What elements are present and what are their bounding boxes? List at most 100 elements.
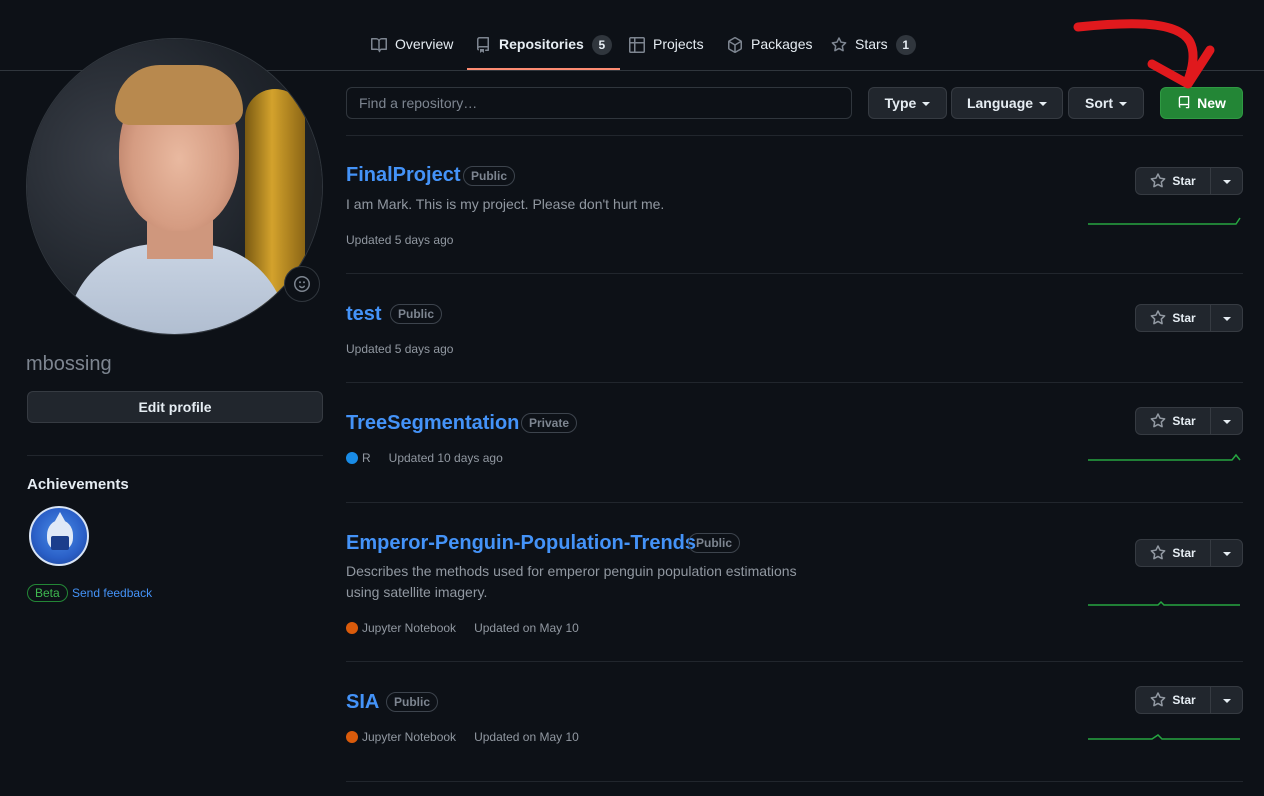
tab-overview[interactable]: Overview bbox=[363, 28, 461, 70]
repo-name-link[interactable]: test bbox=[346, 303, 382, 326]
edit-profile-button[interactable]: Edit profile bbox=[27, 391, 323, 423]
star-icon bbox=[831, 37, 847, 52]
star-label: Star bbox=[1172, 311, 1196, 325]
package-icon bbox=[727, 37, 743, 53]
tab-overview-label: Overview bbox=[395, 36, 454, 52]
star-list-dropdown[interactable] bbox=[1211, 408, 1242, 434]
repo-description: I am Mark. This is my project. Please do… bbox=[346, 196, 665, 212]
annotation-arrow bbox=[1073, 19, 1215, 89]
star-button-group: Star bbox=[1135, 407, 1243, 435]
sort-label: Sort bbox=[1085, 95, 1113, 111]
repo-updated: Updated on May 10 bbox=[474, 730, 579, 744]
language-filter-button[interactable]: Language bbox=[951, 87, 1063, 119]
star-icon bbox=[1150, 173, 1166, 188]
smiley-icon bbox=[294, 276, 310, 292]
set-status-button[interactable] bbox=[284, 266, 320, 302]
send-feedback-link[interactable]: Send feedback bbox=[72, 586, 152, 600]
type-filter-button[interactable]: Type bbox=[868, 87, 947, 119]
star-list-dropdown[interactable] bbox=[1211, 540, 1242, 566]
star-button[interactable]: Star bbox=[1136, 687, 1211, 713]
visibility-badge: Private bbox=[521, 413, 578, 433]
language-color-dot bbox=[346, 452, 358, 464]
caret-down-icon bbox=[1222, 699, 1231, 703]
star-icon bbox=[1150, 545, 1166, 560]
tab-projects[interactable]: Projects bbox=[621, 28, 712, 70]
tab-stars-label: Stars bbox=[855, 36, 888, 52]
repo-description: Describes the methods used for emperor p… bbox=[346, 563, 797, 579]
tab-repositories[interactable]: Repositories 5 bbox=[467, 28, 620, 70]
caret-down-icon bbox=[922, 102, 931, 106]
tab-stars[interactable]: Stars 1 bbox=[823, 28, 924, 70]
language-color-dot bbox=[346, 622, 358, 634]
repo-icon bbox=[1178, 96, 1190, 109]
repo-meta: Updated 5 days ago bbox=[346, 342, 453, 356]
find-repository-input[interactable] bbox=[346, 87, 852, 119]
repo-updated: Updated 5 days ago bbox=[346, 342, 454, 356]
star-list-dropdown[interactable] bbox=[1211, 687, 1242, 713]
activity-sparkline bbox=[1088, 453, 1241, 461]
star-button[interactable]: Star bbox=[1136, 305, 1211, 331]
caret-down-icon bbox=[1222, 552, 1231, 556]
repositories-counter: 5 bbox=[591, 35, 612, 55]
star-label: Star bbox=[1172, 414, 1196, 428]
star-button[interactable]: Star bbox=[1136, 408, 1211, 434]
repo-updated: Updated on May 10 bbox=[474, 621, 579, 635]
repo-language: Jupyter Notebook bbox=[362, 621, 457, 635]
repo-name-link[interactable]: TreeSegmentation bbox=[346, 412, 519, 435]
repo-language: Jupyter Notebook bbox=[362, 730, 457, 744]
star-list-dropdown[interactable] bbox=[1211, 168, 1242, 194]
star-icon bbox=[1150, 413, 1166, 428]
repo-item: TreeSegmentation Private R Updated 10 da… bbox=[346, 383, 1243, 503]
activity-sparkline bbox=[1088, 734, 1240, 740]
repo-description-line2: using satellite imagery. bbox=[346, 584, 488, 600]
caret-down-icon bbox=[1222, 317, 1231, 321]
repo-item: FinalProject Public I am Mark. This is m… bbox=[346, 136, 1243, 274]
star-label: Star bbox=[1172, 174, 1196, 188]
tab-repositories-label: Repositories bbox=[499, 36, 584, 52]
achievement-badge[interactable] bbox=[29, 506, 89, 566]
star-label: Star bbox=[1172, 546, 1196, 560]
visibility-badge: Public bbox=[463, 166, 516, 186]
star-button-group: Star bbox=[1135, 167, 1243, 195]
star-label: Star bbox=[1172, 693, 1196, 707]
table-icon bbox=[629, 37, 645, 53]
visibility-badge: Public bbox=[688, 533, 741, 553]
star-button-group: Star bbox=[1135, 539, 1243, 567]
tab-packages[interactable]: Packages bbox=[719, 28, 820, 70]
repo-name-link[interactable]: Emperor-Penguin-Population-Trends bbox=[346, 532, 696, 555]
visibility-badge: Public bbox=[390, 304, 443, 324]
tab-projects-label: Projects bbox=[653, 36, 704, 52]
star-icon bbox=[1150, 692, 1166, 707]
tab-packages-label: Packages bbox=[751, 36, 813, 52]
avatar[interactable] bbox=[26, 38, 323, 335]
visibility-badge: Public bbox=[386, 692, 439, 712]
caret-down-icon bbox=[1119, 102, 1127, 106]
star-button-group: Star bbox=[1135, 304, 1243, 332]
repo-meta: Jupyter Notebook Updated on May 10 bbox=[346, 621, 579, 635]
star-button[interactable]: Star bbox=[1136, 168, 1211, 194]
profile-username: mbossing bbox=[26, 353, 112, 375]
type-filter-label: Type bbox=[884, 95, 917, 111]
repo-meta: R Updated 10 days ago bbox=[346, 451, 503, 465]
beta-label: Beta bbox=[27, 584, 68, 602]
stars-counter: 1 bbox=[895, 35, 916, 55]
star-button-group: Star bbox=[1135, 686, 1243, 714]
repo-icon bbox=[477, 37, 489, 53]
caret-down-icon bbox=[1222, 420, 1231, 424]
star-list-dropdown[interactable] bbox=[1211, 305, 1242, 331]
repo-meta: Updated 5 days ago bbox=[346, 233, 453, 247]
sidebar-divider bbox=[27, 455, 323, 456]
achievements-heading[interactable]: Achievements bbox=[27, 476, 129, 493]
activity-sparkline bbox=[1088, 600, 1240, 606]
activity-sparkline bbox=[1088, 217, 1241, 225]
language-color-dot bbox=[346, 731, 358, 743]
caret-down-icon bbox=[1222, 180, 1231, 184]
language-filter-label: Language bbox=[966, 95, 1034, 111]
repo-item: SIA Public Jupyter Notebook Updated on M… bbox=[346, 662, 1243, 782]
repo-name-link[interactable]: SIA bbox=[346, 691, 379, 714]
book-icon bbox=[371, 38, 387, 53]
repo-item: Emperor-Penguin-Population-Trends Public… bbox=[346, 503, 1243, 662]
repo-name-link[interactable]: FinalProject bbox=[346, 164, 460, 187]
new-button-label: New bbox=[1197, 95, 1226, 111]
star-button[interactable]: Star bbox=[1136, 540, 1211, 566]
